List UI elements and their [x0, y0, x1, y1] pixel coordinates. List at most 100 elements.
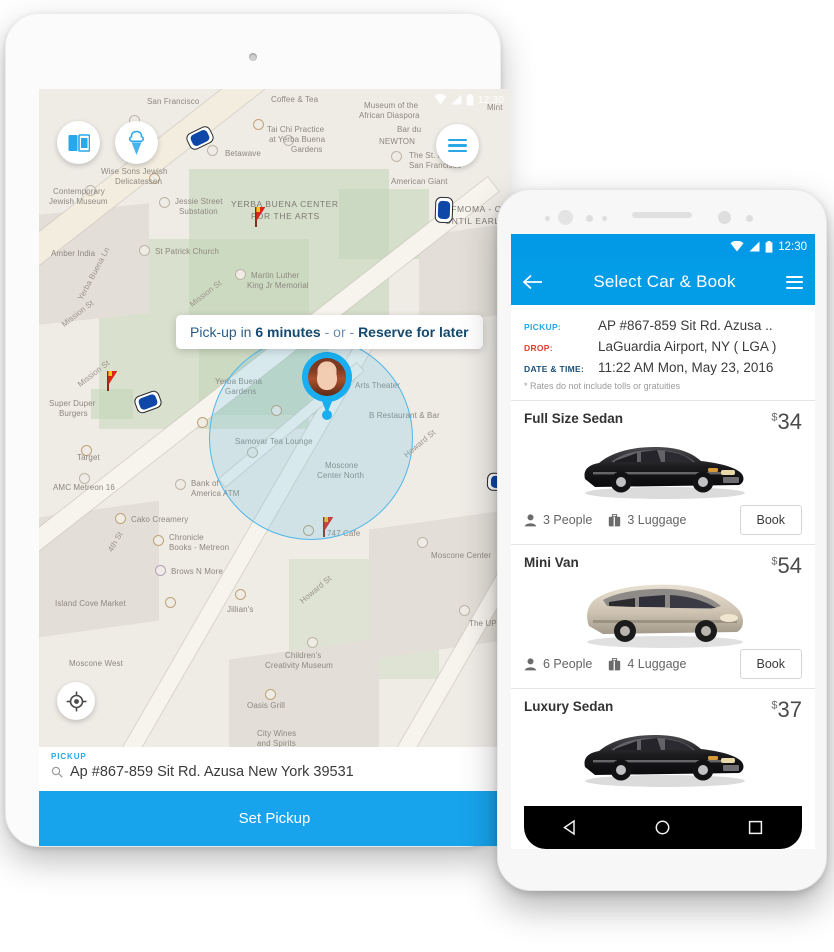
map-place-label: Bar du [397, 125, 422, 134]
nav-home-icon[interactable] [654, 819, 671, 836]
nav-recents-icon[interactable] [747, 819, 764, 836]
car-row[interactable]: Full Size Sedan $34 3 People 3 Luggage Book [511, 400, 815, 544]
trip-row-value: AP #867-859 Sit Rd. Azusa .. [598, 318, 773, 333]
map-place-label: Jillian's [227, 605, 254, 614]
map-car-icon[interactable] [132, 389, 164, 415]
map-poi-icon [115, 513, 126, 524]
trip-row-key: PICKUP: [524, 322, 562, 332]
map-poi-icon [175, 479, 186, 490]
car-header: Luxury Sedan $37 [524, 699, 802, 721]
signal-icon [451, 94, 462, 105]
car-price: $34 [771, 411, 802, 433]
map-poi-icon [165, 597, 176, 608]
people-label: 6 People [543, 657, 593, 671]
map-place-label: Museum of the [364, 101, 419, 110]
luggage-capacity: 4 Luggage [608, 657, 686, 671]
map-place-label: Brows N More [171, 567, 223, 576]
battery-icon [765, 240, 773, 253]
pickup-time-banner[interactable]: Pick-up in 6 minutes - or - Reserve for … [176, 315, 483, 349]
map-poi-icon [81, 445, 92, 456]
map-poi-icon [139, 245, 150, 256]
car-row[interactable]: Mini Van $54 6 People 4 Luggage Book [511, 544, 815, 688]
map-place-label: Bank of [191, 479, 219, 488]
banner-minutes: 6 minutes [255, 324, 321, 340]
car-row[interactable]: Luxury Sedan $37 [511, 688, 815, 802]
map-flag-marker[interactable] [255, 207, 266, 227]
luggage-icon [609, 513, 621, 526]
map-poi-icon [283, 135, 294, 146]
rates-note: * Rates do not include tolls or gratuiti… [524, 381, 681, 391]
earpiece-speaker [632, 212, 692, 218]
map-poi-icon [79, 473, 90, 484]
sensor-dot [746, 215, 753, 222]
price-value: 34 [777, 409, 802, 434]
phone-app-bar: Select Car & Book [511, 259, 815, 305]
phone-top-bezel [498, 190, 826, 234]
user-location-pin[interactable] [302, 352, 352, 420]
car-header: Full Size Sedan $34 [524, 411, 802, 433]
map-place-label: Gardens [291, 145, 323, 154]
map-street-label: Howard St [298, 573, 334, 606]
map-place-label: Betawave [225, 149, 261, 158]
person-icon [524, 513, 537, 526]
map-poi-icon [265, 689, 276, 700]
hamburger-icon[interactable] [786, 272, 803, 292]
banner-reserve-link[interactable]: Reserve for later [358, 324, 469, 340]
luggage-label: 4 Luggage [627, 657, 687, 671]
trip-row-drop: DROP: LaGuardia Airport, NY ( LGA ) [524, 339, 802, 354]
trip-row-key: DATE & TIME: [524, 364, 585, 374]
car-image [524, 577, 802, 649]
car-header: Mini Van $54 [524, 555, 802, 577]
avatar [308, 358, 346, 396]
map-place-label: NEWTON [379, 137, 416, 146]
map-canvas[interactable]: San Francisco Coffee & Tea Museum of the Af… [39, 89, 510, 846]
wifi-icon [434, 94, 447, 105]
trip-row-value: LaGuardia Airport, NY ( LGA ) [598, 339, 777, 354]
cone-icon [129, 130, 144, 155]
price-value: 37 [777, 697, 802, 722]
map-poi-icon [197, 417, 208, 428]
map-building-block [369, 508, 510, 660]
map-poi-icon [459, 605, 470, 616]
map-flag-marker[interactable] [107, 371, 118, 391]
set-pickup-button[interactable]: Set Pickup [39, 791, 510, 846]
tablet-camera [249, 53, 257, 61]
map-poi-icon [235, 589, 246, 600]
map-poi-icon [207, 145, 218, 156]
back-arrow-icon[interactable] [523, 274, 543, 290]
map-poi-icon [391, 151, 402, 162]
book-button[interactable]: Book [739, 505, 802, 535]
signal-icon [749, 241, 760, 252]
front-camera [558, 210, 573, 225]
people-label: 3 People [543, 513, 593, 527]
my-location-button[interactable] [57, 682, 95, 720]
car-price: $37 [771, 699, 802, 721]
luggage-icon [609, 657, 621, 670]
map-car-icon[interactable] [434, 196, 454, 224]
sensor-dot [545, 216, 550, 221]
map-poi-icon [235, 269, 246, 280]
book-button[interactable]: Book [739, 649, 802, 679]
pickup-address-value: Ap #867-859 Sit Rd. Azusa New York 39531 [70, 764, 354, 780]
map-place-label: Super Duper [49, 399, 96, 408]
trip-row-pickup: PICKUP: AP #867-859 Sit Rd. Azusa .. [524, 318, 802, 333]
map-place-label: Coffee & Tea [271, 95, 319, 104]
map-place-label: American Giant [391, 177, 448, 186]
trip-row-dt: DATE & TIME: 11:22 AM Mon, May 23, 2016 [524, 360, 802, 375]
map-place-label: Books - Metreon [169, 543, 230, 552]
car-list: Full Size Sedan $34 3 People 3 Luggage Book M… [511, 400, 815, 802]
sensor-dot [602, 216, 607, 221]
tablet-menu-button[interactable] [436, 124, 479, 167]
news-button[interactable] [57, 121, 100, 164]
ice-cream-cone-button[interactable] [115, 121, 158, 164]
sensor-dot [586, 215, 593, 222]
search-icon [51, 766, 63, 778]
map-poi-icon [153, 535, 164, 546]
nav-back-icon[interactable] [562, 819, 579, 836]
map-poi-icon [253, 119, 264, 130]
map-poi-icon [159, 197, 170, 208]
pickup-address-field[interactable]: PICKUP Ap #867-859 Sit Rd. Azusa New Yor… [39, 747, 510, 791]
map-place-label: at Yerba Buena [269, 135, 326, 144]
map-poi-icon [149, 173, 160, 184]
trip-row-key: DROP: [524, 343, 553, 353]
